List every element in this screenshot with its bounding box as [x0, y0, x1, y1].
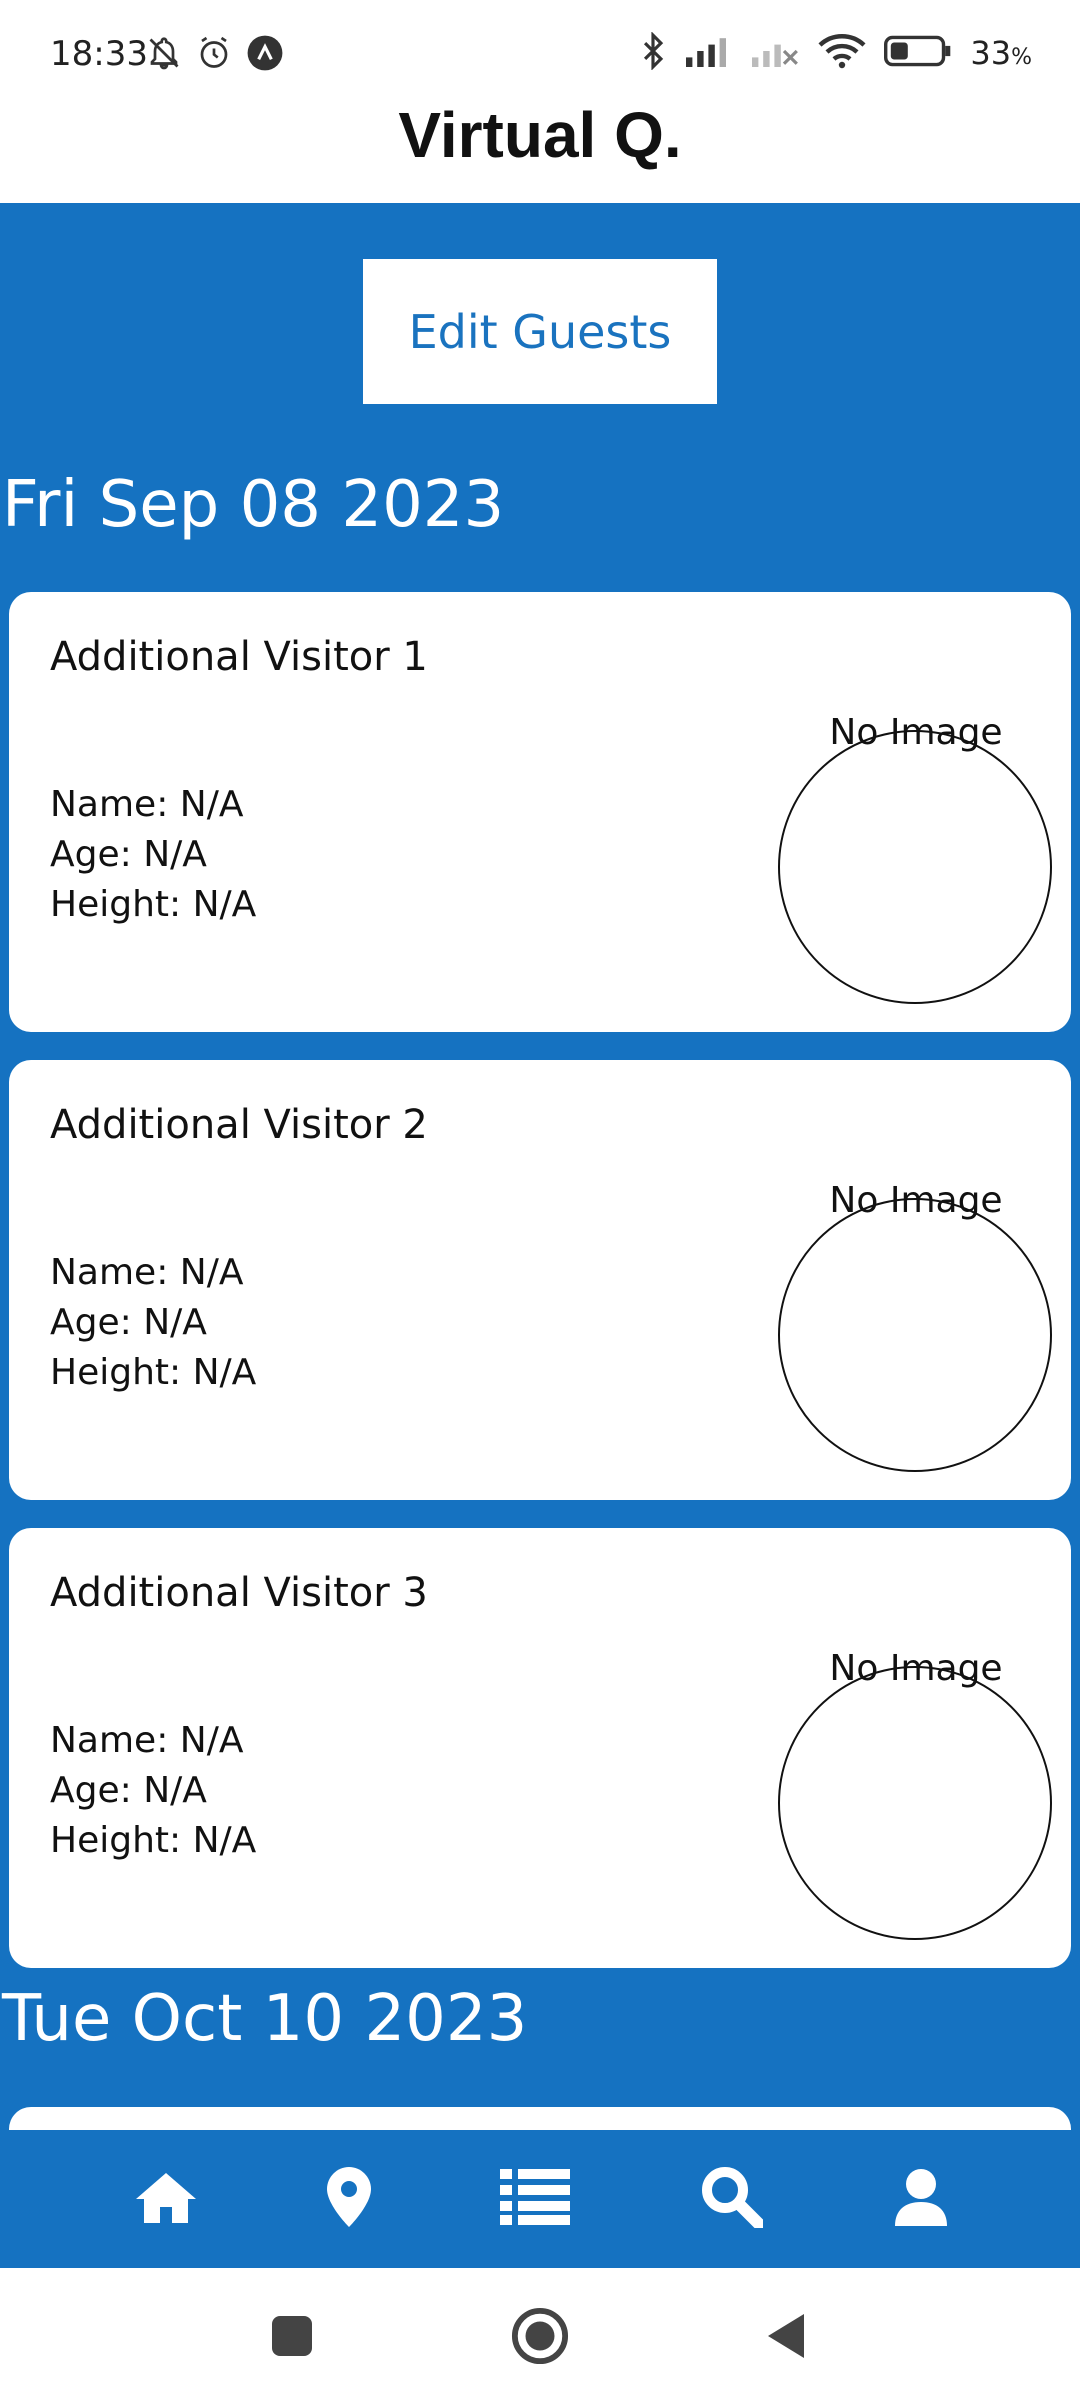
- visitor-age: Age: N/A: [50, 1770, 207, 1811]
- battery-percent: 33%: [970, 34, 1032, 72]
- visitor-avatar: No Image: [771, 712, 1052, 1004]
- nav-location[interactable]: [304, 2154, 394, 2244]
- nav-list[interactable]: [490, 2154, 580, 2244]
- visitor-info: Name: N/A Age: N/A Height: N/A: [50, 1248, 256, 1398]
- visitor-card[interactable]: Additional Visitor 2 Name: N/A Age: N/A …: [9, 1060, 1071, 1500]
- visitor-title: Additional Visitor 3: [50, 1570, 428, 1616]
- date-heading: Tue Oct 10 2023: [2, 1982, 528, 2056]
- battery-icon: [884, 34, 952, 72]
- visitor-avatar: No Image: [771, 1180, 1052, 1472]
- screen: 18:33 33% Virtual Q. Edit Guests Fri Sep…: [0, 0, 1080, 2400]
- visitor-card-partial[interactable]: [9, 2107, 1071, 2130]
- alarm-icon: [196, 35, 232, 75]
- signal-icon: [686, 34, 734, 72]
- home-icon: [134, 2169, 198, 2229]
- location-pin-icon: [327, 2167, 371, 2231]
- app-notification-icon: [246, 34, 284, 76]
- visitor-title: Additional Visitor 2: [50, 1102, 428, 1148]
- visitor-age: Age: N/A: [50, 1302, 207, 1343]
- home-button[interactable]: [500, 2298, 580, 2378]
- avatar-circle: [778, 1666, 1052, 1940]
- visitor-info: Name: N/A Age: N/A Height: N/A: [50, 1716, 256, 1866]
- status-time: 18:33: [50, 34, 148, 74]
- visitor-avatar: No Image: [771, 1648, 1052, 1940]
- edit-guests-button[interactable]: Edit Guests: [363, 259, 717, 404]
- search-icon: [701, 2166, 765, 2232]
- avatar-circle: [778, 1198, 1052, 1472]
- profile-icon: [895, 2168, 947, 2230]
- visitor-name: Name: N/A: [50, 784, 244, 825]
- app-bar: Virtual Q.: [0, 95, 1080, 203]
- app-title: Virtual Q.: [398, 99, 682, 171]
- list-icon: [500, 2169, 570, 2229]
- back-triangle-icon: [764, 2312, 808, 2364]
- battery-percent-value: 33: [970, 34, 1012, 72]
- visitor-age: Age: N/A: [50, 834, 207, 875]
- visitor-name: Name: N/A: [50, 1252, 244, 1293]
- visitor-info: Name: N/A Age: N/A Height: N/A: [50, 780, 256, 930]
- nav-home[interactable]: [121, 2154, 211, 2244]
- avatar-placeholder-text: No Image: [829, 1648, 1003, 1689]
- status-left-icons: [146, 34, 284, 76]
- main-content[interactable]: Edit Guests Fri Sep 08 2023 Additional V…: [0, 203, 1080, 2130]
- visitor-card[interactable]: Additional Visitor 1 Name: N/A Age: N/A …: [9, 592, 1071, 1032]
- nav-search[interactable]: [687, 2154, 777, 2244]
- signal-disabled-icon: [752, 34, 800, 72]
- avatar-placeholder-text: No Image: [829, 712, 1003, 753]
- square-icon: [270, 2314, 314, 2362]
- status-bar: 18:33 33%: [0, 0, 1080, 95]
- nav-profile[interactable]: [876, 2154, 966, 2244]
- bluetooth-icon: [638, 31, 668, 74]
- visitor-height: Height: N/A: [50, 1820, 257, 1861]
- avatar-placeholder-text: No Image: [829, 1180, 1003, 1221]
- recents-button[interactable]: [252, 2298, 332, 2378]
- bell-off-icon: [146, 35, 182, 75]
- visitor-height: Height: N/A: [50, 1352, 257, 1393]
- wifi-icon: [818, 33, 866, 73]
- visitor-name: Name: N/A: [50, 1720, 244, 1761]
- status-right: 33%: [638, 31, 1032, 74]
- avatar-circle: [778, 730, 1052, 1004]
- visitor-card[interactable]: Additional Visitor 3 Name: N/A Age: N/A …: [9, 1528, 1071, 1968]
- system-nav: [0, 2268, 1080, 2400]
- date-heading: Fri Sep 08 2023: [2, 468, 505, 542]
- battery-percent-unit: %: [1011, 45, 1032, 70]
- visitor-height: Height: N/A: [50, 884, 257, 925]
- back-button[interactable]: [746, 2298, 826, 2378]
- circle-icon: [511, 2307, 569, 2369]
- bottom-nav: [0, 2130, 1080, 2268]
- visitor-title: Additional Visitor 1: [50, 634, 428, 680]
